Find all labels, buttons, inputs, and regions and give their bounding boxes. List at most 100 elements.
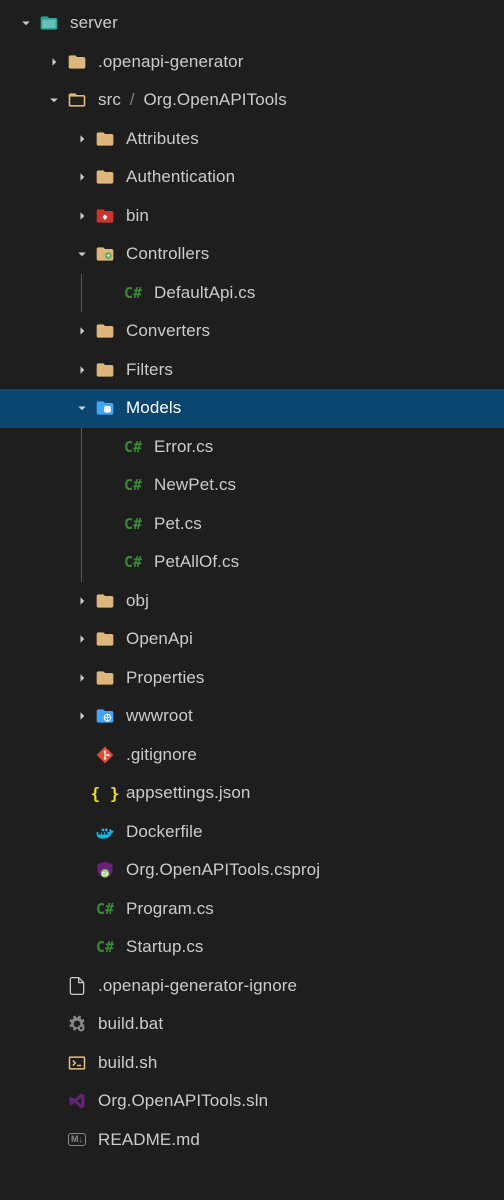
folder-controller-icon bbox=[94, 243, 116, 265]
tree-item[interactable]: C# PetAllOf.cs bbox=[0, 543, 504, 582]
folder-www-icon bbox=[94, 705, 116, 727]
tree-item[interactable]: server bbox=[0, 4, 504, 43]
tree-item[interactable]: .openapi-generator bbox=[0, 43, 504, 82]
tree-item-label: Dockerfile bbox=[126, 822, 504, 842]
tree-item-label: .openapi-generator bbox=[98, 52, 504, 72]
git-icon bbox=[94, 744, 116, 766]
folder-icon bbox=[94, 628, 116, 650]
tree-item[interactable]: Models bbox=[0, 389, 504, 428]
vs-icon bbox=[66, 1090, 88, 1112]
tree-item-label: Filters bbox=[126, 360, 504, 380]
tree-item-label: Controllers bbox=[126, 244, 504, 264]
folder-icon bbox=[94, 359, 116, 381]
chevron-right-icon[interactable] bbox=[70, 127, 94, 151]
tree-item-label: build.bat bbox=[98, 1014, 504, 1034]
tree-item-label: OpenApi bbox=[126, 629, 504, 649]
tree-item[interactable]: C# Org.OpenAPITools.csproj bbox=[0, 851, 504, 890]
tree-item[interactable]: Properties bbox=[0, 659, 504, 698]
chevron-right-icon[interactable] bbox=[70, 666, 94, 690]
tree-item[interactable]: Controllers bbox=[0, 235, 504, 274]
tree-item[interactable]: OpenApi bbox=[0, 620, 504, 659]
tree-item[interactable]: M↓ README.md bbox=[0, 1121, 504, 1160]
csharp-icon: C# bbox=[122, 474, 144, 496]
tree-item-label: wwwroot bbox=[126, 706, 504, 726]
tree-item-label: bin bbox=[126, 206, 504, 226]
tree-item-label: Converters bbox=[126, 321, 504, 341]
chevron-right-icon[interactable] bbox=[70, 165, 94, 189]
chevron-right-icon[interactable] bbox=[70, 319, 94, 343]
markdown-icon: M↓ bbox=[66, 1129, 88, 1151]
tree-item[interactable]: Dockerfile bbox=[0, 813, 504, 852]
folder-icon bbox=[94, 128, 116, 150]
tree-item[interactable]: wwwroot bbox=[0, 697, 504, 736]
tree-item[interactable]: C# DefaultApi.cs bbox=[0, 274, 504, 313]
folder-db-icon bbox=[94, 397, 116, 419]
tree-item-label: Org.OpenAPITools.sln bbox=[98, 1091, 504, 1111]
folder-root-icon bbox=[38, 12, 60, 34]
tree-item-label: Org.OpenAPITools.csproj bbox=[126, 860, 504, 880]
tree-item-label: src / Org.OpenAPITools bbox=[98, 90, 504, 110]
tree-item[interactable]: C#Error.cs bbox=[0, 428, 504, 467]
chevron-down-icon[interactable] bbox=[42, 88, 66, 112]
folder-open-icon bbox=[66, 89, 88, 111]
chevron-right-icon[interactable] bbox=[70, 704, 94, 728]
tree-item-label: server bbox=[70, 13, 504, 33]
tree-item[interactable]: { }appsettings.json bbox=[0, 774, 504, 813]
docker-icon bbox=[94, 821, 116, 843]
tree-item[interactable]: C# Program.cs bbox=[0, 890, 504, 929]
tree-item[interactable]: build.sh bbox=[0, 1044, 504, 1083]
tree-item[interactable]: C# Pet.cs bbox=[0, 505, 504, 544]
chevron-right-icon[interactable] bbox=[70, 627, 94, 651]
folder-icon bbox=[94, 667, 116, 689]
tree-item[interactable]: Authentication bbox=[0, 158, 504, 197]
tree-item-label: appsettings.json bbox=[126, 783, 504, 803]
tree-item[interactable]: src / Org.OpenAPITools bbox=[0, 81, 504, 120]
file-icon bbox=[66, 975, 88, 997]
folder-icon bbox=[94, 320, 116, 342]
tree-item-label: Properties bbox=[126, 668, 504, 688]
csharp-icon: C# bbox=[94, 898, 116, 920]
tree-item[interactable]: obj bbox=[0, 582, 504, 621]
svg-text:C#: C# bbox=[102, 872, 109, 878]
chevron-down-icon[interactable] bbox=[70, 396, 94, 420]
chevron-right-icon[interactable] bbox=[70, 204, 94, 228]
gear-icon bbox=[66, 1013, 88, 1035]
terminal-icon bbox=[66, 1052, 88, 1074]
tree-item-label: Error.cs bbox=[154, 437, 504, 457]
folder-icon bbox=[66, 51, 88, 73]
tree-item[interactable]: Filters bbox=[0, 351, 504, 390]
tree-item[interactable]: bin bbox=[0, 197, 504, 236]
tree-item-label: .gitignore bbox=[126, 745, 504, 765]
chevron-right-icon[interactable] bbox=[70, 358, 94, 382]
chevron-right-icon[interactable] bbox=[70, 589, 94, 613]
csharp-icon: C# bbox=[122, 282, 144, 304]
tree-item-label: Startup.cs bbox=[126, 937, 504, 957]
folder-ruby-icon bbox=[94, 205, 116, 227]
csharp-icon: C# bbox=[122, 551, 144, 573]
tree-item[interactable]: .openapi-generator-ignore bbox=[0, 967, 504, 1006]
tree-item[interactable]: build.bat bbox=[0, 1005, 504, 1044]
tree-item[interactable]: C#NewPet.cs bbox=[0, 466, 504, 505]
tree-item-label: .openapi-generator-ignore bbox=[98, 976, 504, 996]
tree-item-label: build.sh bbox=[98, 1053, 504, 1073]
tree-item[interactable]: .gitignore bbox=[0, 736, 504, 775]
tree-item-label: Authentication bbox=[126, 167, 504, 187]
file-explorer-tree: server .openapi-generator src / Org.OpenAP… bbox=[0, 0, 504, 1159]
tree-item[interactable]: Converters bbox=[0, 312, 504, 351]
tree-item-label: Program.cs bbox=[126, 899, 504, 919]
tree-item[interactable]: Attributes bbox=[0, 120, 504, 159]
tree-item-label: Models bbox=[126, 398, 504, 418]
tree-item[interactable]: C# Startup.cs bbox=[0, 928, 504, 967]
chevron-right-icon[interactable] bbox=[42, 50, 66, 74]
chevron-down-icon[interactable] bbox=[70, 242, 94, 266]
csharp-icon: C# bbox=[94, 936, 116, 958]
tree-item-label: DefaultApi.cs bbox=[154, 283, 504, 303]
chevron-down-icon[interactable] bbox=[14, 11, 38, 35]
tree-item-label: README.md bbox=[98, 1130, 504, 1150]
tree-item-label: obj bbox=[126, 591, 504, 611]
csharp-icon: C# bbox=[122, 513, 144, 535]
tree-item-label: Pet.cs bbox=[154, 514, 504, 534]
folder-icon bbox=[94, 590, 116, 612]
tree-item-label: PetAllOf.cs bbox=[154, 552, 504, 572]
tree-item[interactable]: Org.OpenAPITools.sln bbox=[0, 1082, 504, 1121]
